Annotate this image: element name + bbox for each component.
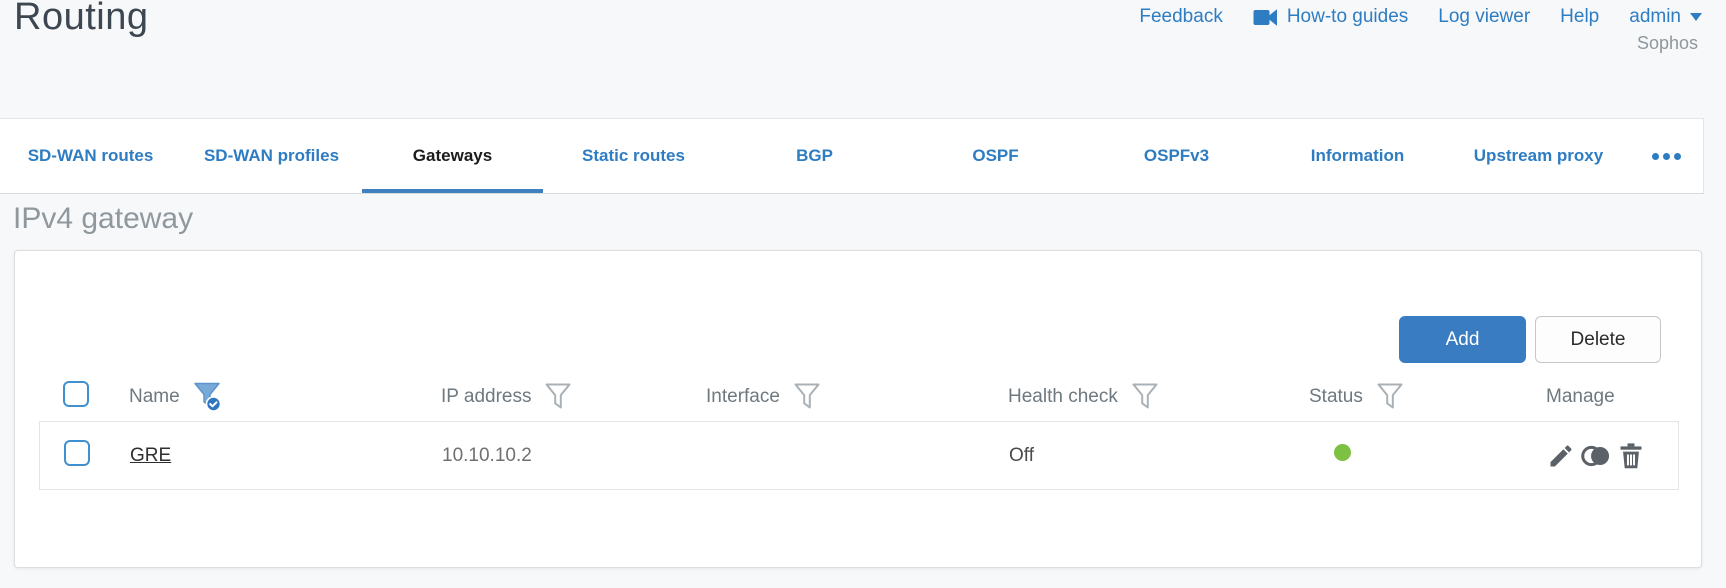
section-title: IPv4 gateway <box>13 202 194 235</box>
ipv4-gateway-card: Add Delete Name IP address Interface Hea… <box>14 250 1702 568</box>
tab-ospf[interactable]: OSPF <box>905 119 1086 193</box>
admin-username: admin <box>1629 6 1681 27</box>
gateway-name-link[interactable]: GRE <box>130 445 171 466</box>
row-checkbox[interactable] <box>64 439 90 466</box>
table-header-row: Name IP address Interface Health check S… <box>39 372 1679 421</box>
help-link[interactable]: Help <box>1560 6 1599 28</box>
select-all-checkbox[interactable] <box>63 380 89 407</box>
page-title: Routing <box>14 0 149 38</box>
manage-cell <box>1547 442 1680 470</box>
caret-down-icon <box>1690 13 1702 21</box>
health-check-cell: Off <box>1009 444 1034 466</box>
tab-ospfv3[interactable]: OSPFv3 <box>1086 119 1267 193</box>
status-indicator <box>1334 444 1351 461</box>
log-viewer-label: Log viewer <box>1438 6 1531 27</box>
feedback-label: Feedback <box>1139 6 1223 27</box>
delete-icon[interactable] <box>1617 442 1645 470</box>
tab-upstream-proxy[interactable]: Upstream proxy <box>1448 119 1629 193</box>
delete-button[interactable]: Delete <box>1535 316 1661 363</box>
help-label: Help <box>1560 6 1600 27</box>
column-header-name: Name <box>129 385 180 407</box>
tab-bar: SD-WAN routes SD-WAN profiles Gateways S… <box>0 118 1704 194</box>
filter-icon[interactable] <box>1131 382 1159 412</box>
brand-label: Sophos <box>1636 33 1698 53</box>
video-camera-icon <box>1253 8 1278 26</box>
ellipsis-icon <box>1651 152 1681 160</box>
tab-gateways[interactable]: Gateways <box>362 119 543 193</box>
filter-icon[interactable] <box>544 382 572 412</box>
howto-guides-link[interactable]: How-to guides <box>1253 6 1408 28</box>
top-nav: Feedback How-to guides Log viewer Help a… <box>1139 6 1702 28</box>
filter-active-icon[interactable] <box>193 381 223 413</box>
filter-icon[interactable] <box>1376 382 1404 412</box>
clone-icon[interactable] <box>1581 442 1611 470</box>
gateway-table: Name IP address Interface Health check S… <box>39 372 1679 490</box>
admin-menu-button[interactable]: admin <box>1629 6 1702 28</box>
add-button[interactable]: Add <box>1399 316 1526 363</box>
log-viewer-link[interactable]: Log viewer <box>1438 6 1530 28</box>
filter-icon[interactable] <box>793 382 821 412</box>
tab-sd-wan-profiles[interactable]: SD-WAN profiles <box>181 119 362 193</box>
tab-overflow-button[interactable] <box>1629 119 1703 193</box>
ip-address-cell: 10.10.10.2 <box>442 444 532 466</box>
tab-sd-wan-routes[interactable]: SD-WAN routes <box>0 119 181 193</box>
tab-static-routes[interactable]: Static routes <box>543 119 724 193</box>
feedback-link[interactable]: Feedback <box>1139 6 1222 28</box>
tab-information[interactable]: Information <box>1267 119 1448 193</box>
table-body: GRE 10.10.10.2 Off <box>39 421 1679 490</box>
column-header-health-check: Health check <box>1008 385 1118 407</box>
card-toolbar: Add Delete <box>1399 316 1661 363</box>
edit-icon[interactable] <box>1547 442 1575 470</box>
column-header-ip-address: IP address <box>441 385 532 407</box>
column-header-status: Status <box>1309 385 1363 407</box>
tab-bgp[interactable]: BGP <box>724 119 905 193</box>
howto-guides-label: How-to guides <box>1286 6 1409 27</box>
table-row: GRE 10.10.10.2 Off <box>40 422 1678 489</box>
column-header-manage: Manage <box>1546 385 1615 407</box>
column-header-interface: Interface <box>706 385 780 407</box>
